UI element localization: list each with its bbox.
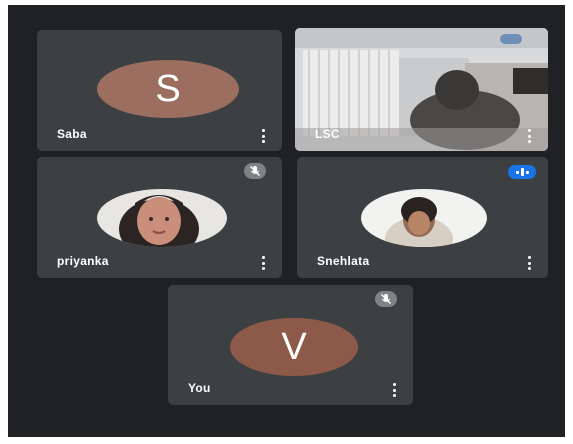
mic-off-icon	[375, 291, 397, 307]
participant-name: priyanka	[57, 254, 109, 268]
avatar: V	[230, 318, 358, 376]
meeting-stage: S Saba LSC priyanka Snehlata V You	[8, 5, 565, 437]
participant-tile-snehlata[interactable]: Snehlata	[297, 157, 548, 278]
participant-name: Snehlata	[317, 254, 370, 268]
more-options-icon[interactable]	[524, 256, 534, 270]
more-options-icon[interactable]	[258, 256, 268, 270]
avatar	[361, 189, 487, 247]
participant-name: You	[188, 381, 211, 395]
participant-name: LSC	[315, 127, 340, 141]
participant-tile-lsc[interactable]: LSC	[295, 28, 548, 151]
mic-off-icon	[244, 163, 266, 179]
more-options-icon[interactable]	[524, 129, 534, 143]
participant-tile-you[interactable]: V You	[168, 285, 413, 405]
avatar	[97, 189, 227, 247]
participant-name: Saba	[57, 127, 87, 141]
avatar: S	[97, 60, 239, 118]
audio-level-icon	[508, 165, 536, 179]
more-options-icon[interactable]	[389, 383, 399, 397]
more-options-icon[interactable]	[258, 129, 268, 143]
participant-tile-priyanka[interactable]: priyanka	[37, 157, 282, 278]
participant-tile-saba[interactable]: S Saba	[37, 30, 282, 151]
